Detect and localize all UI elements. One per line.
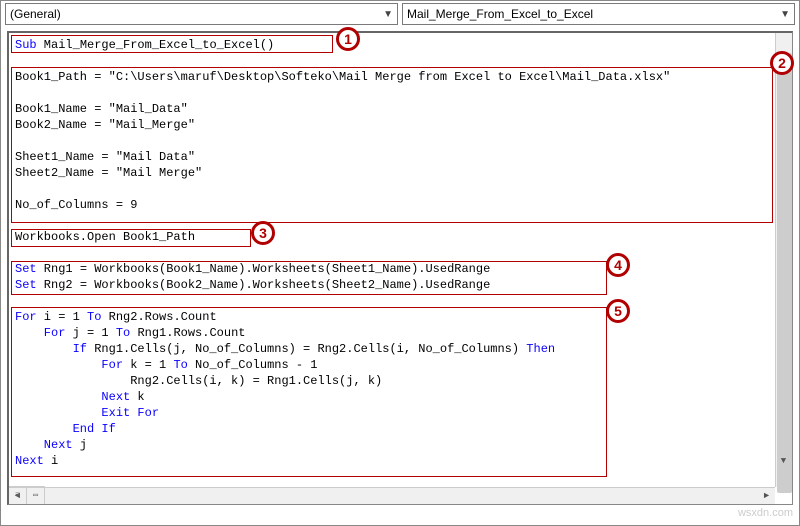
scroll-down-icon[interactable]: ▼ (775, 453, 792, 470)
view-proc-icon[interactable]: ▭ (27, 487, 45, 504)
outline-2 (11, 67, 773, 223)
vbe-window: (General) ▼ Mail_Merge_From_Excel_to_Exc… (0, 0, 800, 526)
object-dropdown-label: (General) (10, 7, 61, 21)
chevron-down-icon: ▼ (780, 9, 790, 20)
outline-3 (11, 229, 251, 247)
outline-5 (11, 307, 607, 477)
object-dropdown[interactable]: (General) ▼ (5, 3, 398, 25)
callout-2: 2 (770, 51, 794, 75)
watermark: wsxdn.com (738, 507, 793, 519)
outline-1 (11, 35, 333, 53)
callout-1: 1 (336, 27, 360, 51)
scroll-right-icon[interactable]: ► (758, 488, 775, 505)
scrollbar-vertical[interactable]: ▼ (775, 33, 792, 487)
procedure-dropdown-label: Mail_Merge_From_Excel_to_Excel (407, 7, 593, 21)
chevron-down-icon: ▼ (383, 9, 393, 20)
scrollbar-thumb[interactable] (777, 53, 792, 493)
callout-5: 5 (606, 299, 630, 323)
scrollbar-horizontal[interactable]: ◄ ► (9, 487, 775, 504)
callout-3: 3 (251, 221, 275, 245)
outline-4 (11, 261, 607, 295)
dropdown-bar: (General) ▼ Mail_Merge_From_Excel_to_Exc… (1, 1, 799, 27)
view-full-icon[interactable]: ≡ (9, 487, 27, 504)
code-pane[interactable]: Sub Mail_Merge_From_Excel_to_Excel() Boo… (7, 31, 793, 505)
view-buttons: ≡ ▭ (9, 486, 45, 504)
procedure-dropdown[interactable]: Mail_Merge_From_Excel_to_Excel ▼ (402, 3, 795, 25)
callout-4: 4 (606, 253, 630, 277)
